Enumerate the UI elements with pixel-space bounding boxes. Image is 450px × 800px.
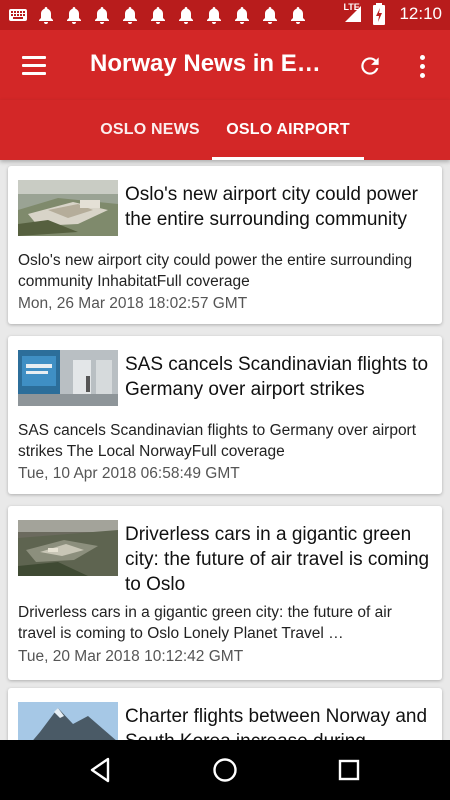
system-navigation-bar [0,740,450,800]
tab-bar: OSLO NEWS OSLO AIRPORT [0,100,450,160]
home-icon [213,758,237,782]
notification-bell-icon [148,5,168,25]
tab-oslo-news[interactable]: OSLO NEWS [88,100,212,160]
article-thumbnail [18,702,118,740]
screen: LTE 12:10 Norway News in En… OSLO NEWS O… [0,0,450,800]
notification-bell-icon [92,5,112,25]
article-title: Driverless cars in a gigantic green city… [125,524,430,595]
home-button[interactable] [209,754,241,786]
article-card[interactable]: Charter flights between Norway and South… [8,688,442,740]
system-status: LTE 12:10 [343,2,442,25]
article-title: Oslo's new airport city could power the … [125,184,418,230]
more-vert-icon [419,54,425,60]
notification-bell-icon [64,5,84,25]
status-bar: LTE 12:10 [0,0,450,30]
back-icon [90,757,110,783]
app-bar: Norway News in En… [0,30,450,100]
article-description: SAS cancels Scandinavian flights to Germ… [18,422,417,460]
notification-bell-icon [232,5,252,25]
article-card[interactable]: Driverless cars in a gigantic green city… [8,506,442,680]
notification-bell-icon [204,5,224,25]
clock: 12:10 [399,4,442,23]
article-date: Tue, 20 Mar 2018 10:12:42 GMT [18,648,244,665]
tab-oslo-airport[interactable]: OSLO AIRPORT [212,100,364,160]
refresh-icon [361,57,379,75]
notification-bell-icon [288,5,308,25]
signal-icon: LTE [343,2,363,24]
article-description: Oslo's new airport city could power the … [18,252,413,290]
tab-label: OSLO AIRPORT [226,121,350,138]
article-title: Charter flights between Norway and South… [125,706,428,740]
overflow-menu-button[interactable] [410,50,434,82]
recents-icon [338,759,360,781]
article-card[interactable]: SAS cancels Scandinavian flights to Germ… [8,336,442,494]
article-card[interactable]: Oslo's new airport city could power the … [8,166,442,324]
tab-label: OSLO NEWS [100,121,200,138]
notification-bell-icon [36,5,56,25]
back-button[interactable] [84,754,116,786]
app-title: Norway News in En… [90,50,330,77]
article-date: Tue, 10 Apr 2018 06:58:49 GMT [18,465,240,482]
notification-bell-icon [120,5,140,25]
notification-icons [8,5,308,25]
article-list[interactable]: Oslo's new airport city could power the … [0,160,450,740]
article-thumbnail [18,350,118,406]
network-type: LTE [343,2,360,12]
article-thumbnail [18,520,118,576]
keyboard-icon [8,5,28,25]
article-date: Mon, 26 Mar 2018 18:02:57 GMT [18,295,248,312]
article-description: Driverless cars in a gigantic green city… [18,604,392,642]
notification-bell-icon [176,5,196,25]
refresh-button[interactable] [354,50,386,82]
menu-button[interactable] [18,50,52,80]
article-thumbnail [18,180,118,236]
recents-button[interactable] [333,754,365,786]
notification-bell-icon [260,5,280,25]
article-title: SAS cancels Scandinavian flights to Germ… [125,354,429,400]
hamburger-icon [22,55,46,59]
battery-charging-icon [369,3,389,25]
